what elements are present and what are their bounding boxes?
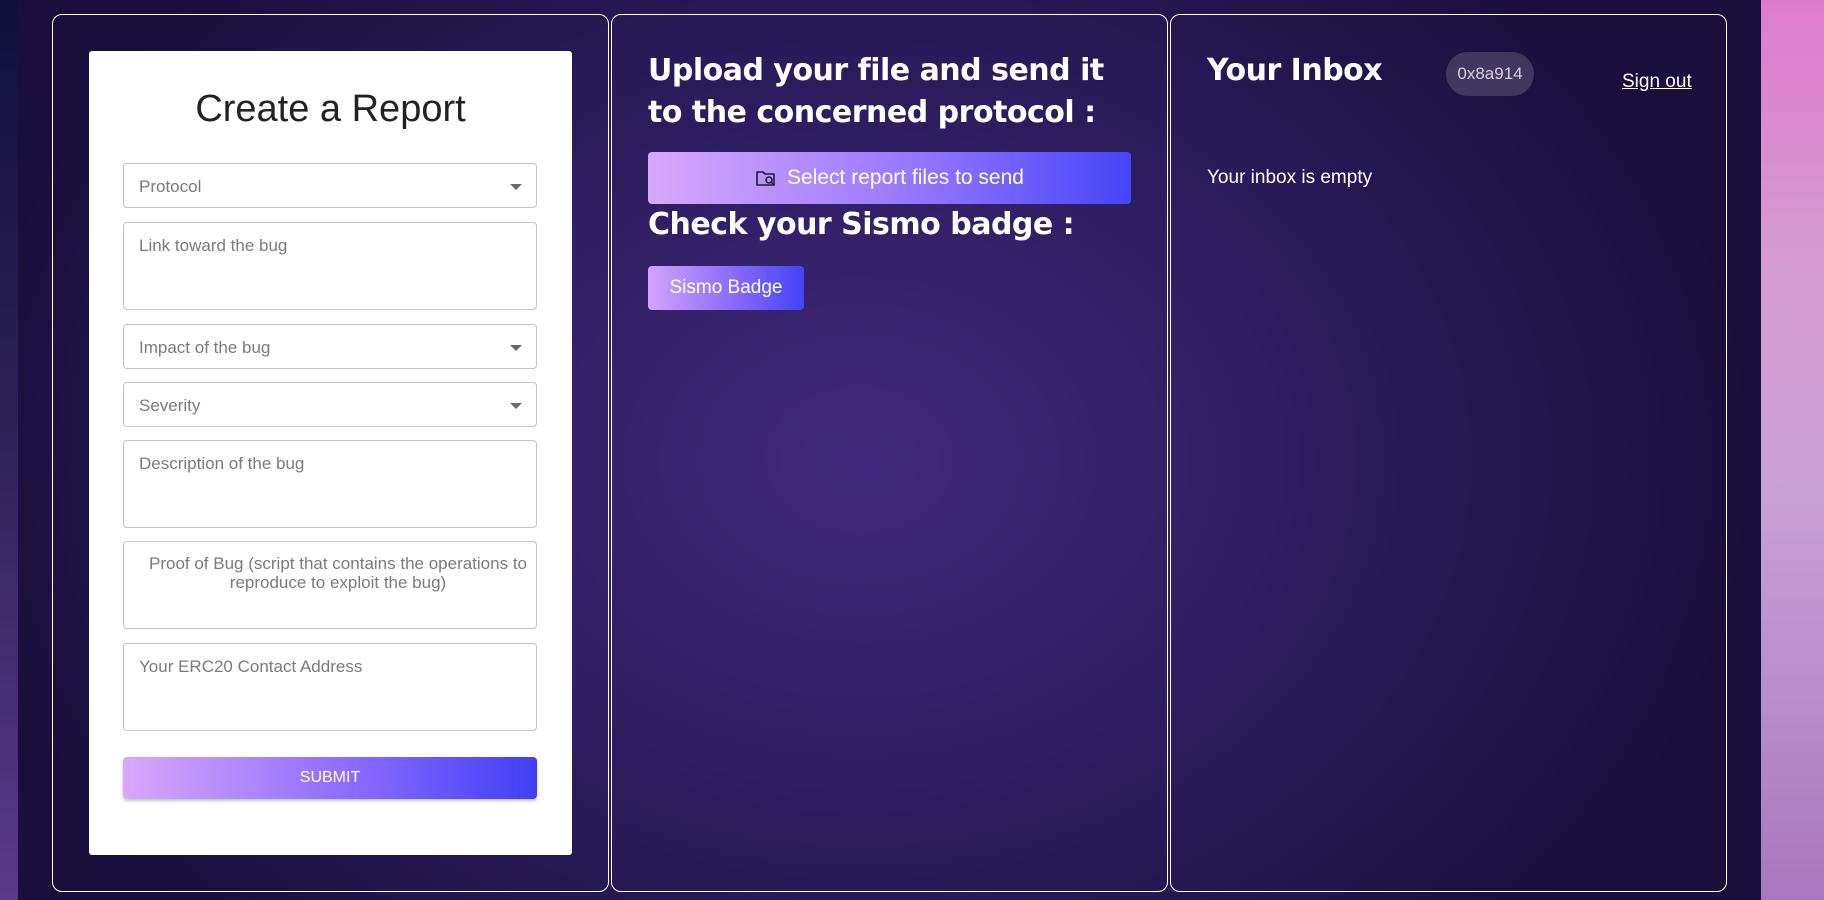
chevron-down-icon — [510, 345, 522, 351]
sismo-heading: Check your Sismo badge : — [648, 207, 1075, 242]
right-edge-background — [1761, 0, 1824, 900]
protocol-select[interactable]: Protocol — [123, 163, 537, 208]
report-form-card: Create a Report Protocol Link toward the… — [89, 51, 572, 855]
proof-of-bug-placeholder: Proof of Bug (script that contains the o… — [149, 554, 527, 592]
folder-search-icon — [756, 171, 775, 186]
chevron-down-icon — [510, 184, 522, 190]
inbox-empty-message: Your inbox is empty — [1207, 167, 1373, 188]
description-field[interactable]: Description of the bug — [123, 440, 537, 528]
protocol-placeholder: Protocol — [139, 177, 202, 196]
contact-address-field[interactable]: Your ERC20 Contact Address — [123, 643, 537, 731]
select-report-files-label: Select report files to send — [787, 166, 1024, 189]
bug-link-placeholder: Link toward the bug — [139, 236, 288, 255]
upload-heading: Upload your file and send it to the conc… — [648, 53, 1104, 130]
bug-link-field[interactable]: Link toward the bug — [123, 222, 537, 310]
inbox-panel — [1170, 14, 1727, 892]
report-title: Create a Report — [195, 88, 466, 130]
impact-select[interactable]: Impact of the bug — [123, 324, 537, 369]
severity-placeholder: Severity — [139, 396, 201, 415]
contact-address-placeholder: Your ERC20 Contact Address — [139, 657, 363, 676]
submit-button[interactable]: SUBMIT — [123, 757, 537, 799]
sign-out-link[interactable]: Sign out — [1622, 70, 1692, 94]
sismo-badge-button[interactable]: Sismo Badge — [648, 266, 804, 310]
proof-of-bug-field[interactable]: Proof of Bug (script that contains the o… — [123, 541, 537, 629]
left-edge-background — [0, 0, 18, 900]
select-report-files-button[interactable]: Select report files to send — [648, 152, 1131, 204]
chevron-down-icon — [510, 403, 522, 409]
wallet-address-badge: 0x8a914 — [1446, 52, 1534, 96]
severity-select[interactable]: Severity — [123, 382, 537, 427]
inbox-title: Your Inbox — [1207, 53, 1383, 88]
impact-placeholder: Impact of the bug — [139, 338, 271, 357]
upload-panel — [611, 14, 1168, 892]
description-placeholder: Description of the bug — [139, 454, 305, 473]
